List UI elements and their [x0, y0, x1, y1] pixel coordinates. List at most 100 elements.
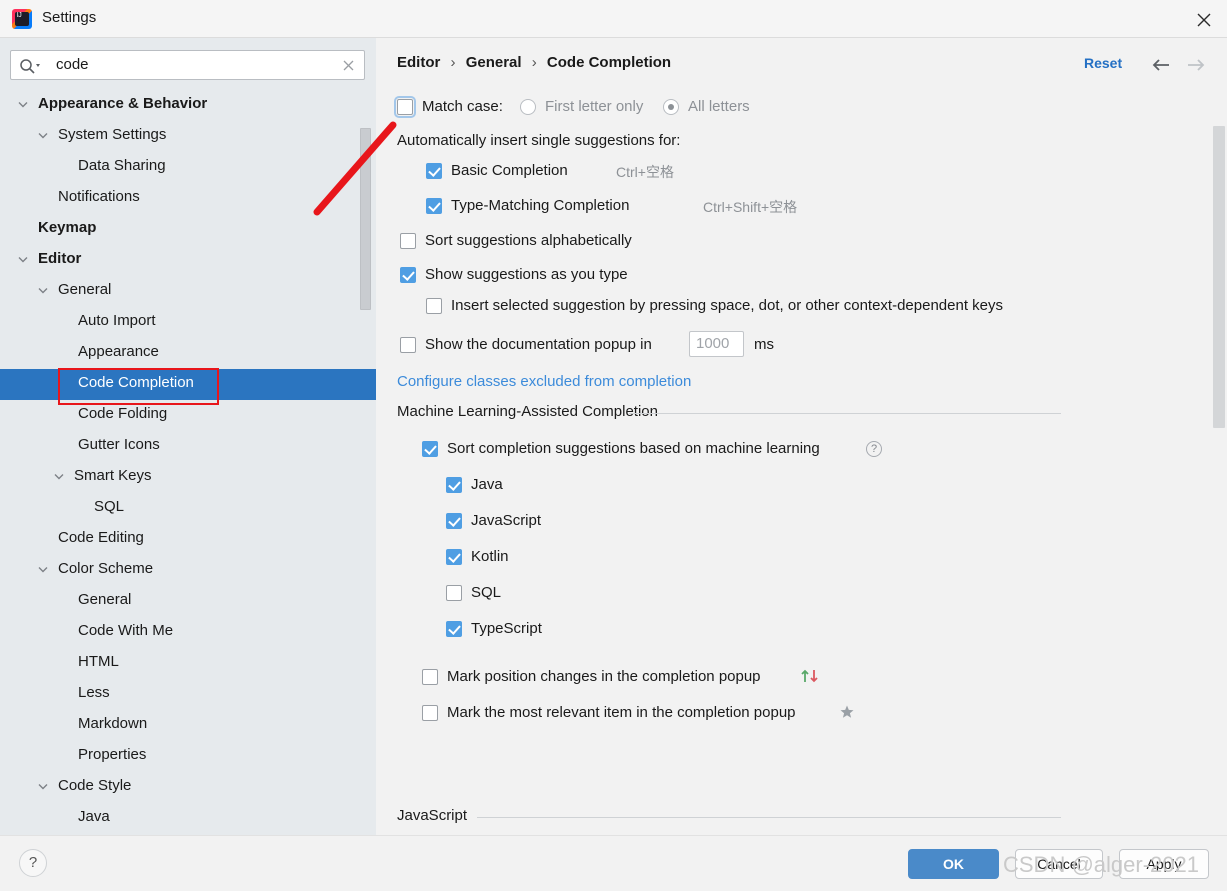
ml-language-checkbox-kotlin[interactable]	[446, 549, 462, 565]
help-button[interactable]: ?	[19, 849, 47, 877]
sidebar-item-properties[interactable]: Properties	[0, 741, 376, 772]
sidebar-item-general[interactable]: General	[0, 586, 376, 617]
mark-relevant-label: Mark the most relevant item in the compl…	[447, 704, 796, 721]
doc-popup-delay-input[interactable]: 1000	[689, 331, 744, 357]
sidebar-item-data-sharing[interactable]: Data Sharing	[0, 152, 376, 183]
javascript-section-label: JavaScript	[397, 807, 468, 824]
sidebar-item-label: Markdown	[78, 715, 148, 732]
sidebar-item-color-scheme[interactable]: Color Scheme	[0, 555, 376, 586]
search-input[interactable]: code Search settings	[10, 50, 365, 80]
star-icon	[839, 704, 855, 725]
reset-button[interactable]: Reset	[1084, 55, 1122, 71]
sidebar-item-less[interactable]: Less	[0, 679, 376, 710]
match-case-checkbox[interactable]	[394, 96, 416, 118]
clear-icon[interactable]	[340, 57, 357, 74]
chevron-down-icon[interactable]	[54, 473, 64, 480]
sidebar-item-label: Code Style	[58, 777, 132, 794]
window-title: Settings	[42, 9, 97, 26]
sidebar-item-label: System Settings	[58, 126, 167, 143]
doc-popup-checkbox[interactable]	[400, 337, 416, 353]
sidebar-item-keymap[interactable]: Keymap	[0, 214, 376, 245]
sort-alphabetically-checkbox[interactable]	[400, 233, 416, 249]
sidebar-item-code-with-me[interactable]: Code With Me	[0, 617, 376, 648]
sidebar-item-label: Appearance & Behavior	[38, 95, 208, 112]
sidebar-item-label: HTML	[78, 653, 119, 670]
sidebar-item-label: Data Sharing	[78, 157, 166, 174]
chevron-down-icon[interactable]	[18, 101, 28, 108]
insert-selected-label: Insert selected suggestion by pressing s…	[451, 297, 1003, 314]
mark-position-checkbox[interactable]	[422, 669, 438, 685]
sidebar-item-gutter-icons[interactable]: Gutter Icons	[0, 431, 376, 462]
all-letters-radio[interactable]	[663, 99, 679, 115]
chevron-down-icon[interactable]	[38, 287, 48, 294]
first-letter-only-label: First letter only	[545, 98, 644, 115]
ml-language-label: SQL	[471, 584, 502, 601]
up-down-arrows-icon	[800, 667, 822, 690]
help-icon[interactable]: ?	[866, 441, 882, 457]
sidebar-item-label: General	[78, 591, 132, 608]
show-as-you-type-label: Show suggestions as you type	[425, 266, 628, 283]
ml-section-label: Machine Learning-Assisted Completion	[397, 403, 658, 420]
ml-language-checkbox-javascript[interactable]	[446, 513, 462, 529]
breadcrumb-item-general[interactable]: General	[466, 54, 522, 71]
close-icon[interactable]	[1181, 0, 1227, 37]
ml-language-checkbox-typescript[interactable]	[446, 621, 462, 637]
arrow-left-icon[interactable]	[1148, 54, 1176, 76]
sidebar-item-html[interactable]: HTML	[0, 648, 376, 679]
doc-popup-unit-label: ms	[754, 336, 774, 353]
breadcrumb-item-editor[interactable]: Editor	[397, 54, 440, 71]
settings-main-panel: Editor › General › Code Completion Reset…	[376, 38, 1227, 835]
breadcrumb-separator: ›	[450, 54, 456, 71]
sidebar-item-auto-import[interactable]: Auto Import	[0, 307, 376, 338]
sidebar-item-notifications[interactable]: Notifications	[0, 183, 376, 214]
sidebar-item-label: Smart Keys	[74, 467, 152, 484]
sidebar-item-label: Editor	[38, 250, 82, 267]
chevron-down-icon[interactable]	[38, 783, 48, 790]
sidebar-item-code-completion[interactable]: Code Completion	[0, 369, 376, 400]
ml-language-checkbox-java[interactable]	[446, 477, 462, 493]
sidebar-item-label: Properties	[78, 746, 147, 763]
sidebar-item-general[interactable]: General	[0, 276, 376, 307]
sidebar-item-label: Notifications	[58, 188, 140, 205]
sidebar-item-label: Java	[78, 808, 110, 825]
show-as-you-type-checkbox[interactable]	[400, 267, 416, 283]
sidebar-item-label: Code Completion	[78, 374, 194, 391]
sidebar-item-label: SQL	[94, 498, 125, 515]
sidebar-item-smart-keys[interactable]: Smart Keys	[0, 462, 376, 493]
sidebar-item-appearance[interactable]: Appearance	[0, 338, 376, 369]
sidebar-item-label: Color Scheme	[58, 560, 154, 577]
sidebar-item-sql[interactable]: SQL	[0, 493, 376, 524]
sidebar-scrollbar-thumb[interactable]	[360, 128, 371, 310]
sidebar-item-label: General	[58, 281, 112, 298]
all-letters-label: All letters	[688, 98, 750, 115]
mark-relevant-checkbox[interactable]	[422, 705, 438, 721]
cancel-button[interactable]: Cancel	[1015, 849, 1103, 879]
ok-button[interactable]: OK	[908, 849, 999, 879]
insert-selected-checkbox[interactable]	[426, 298, 442, 314]
ml-language-checkbox-sql[interactable]	[446, 585, 462, 601]
sidebar-item-markdown[interactable]: Markdown	[0, 710, 376, 741]
main-scrollbar-thumb[interactable]	[1213, 126, 1225, 428]
chevron-down-icon[interactable]	[38, 566, 48, 573]
sidebar-item-system-settings[interactable]: System Settings	[0, 121, 376, 152]
sidebar-item-code-style[interactable]: Code Style	[0, 772, 376, 803]
match-case-label: Match case:	[422, 98, 503, 115]
sidebar-item-label: Code Folding	[78, 405, 168, 422]
auto-insert-heading-label: Automatically insert single suggestions …	[397, 132, 681, 149]
ml-language-label: Kotlin	[471, 548, 509, 565]
chevron-down-icon[interactable]	[18, 256, 28, 263]
first-letter-only-radio[interactable]	[520, 99, 536, 115]
basic-completion-checkbox[interactable]	[426, 163, 442, 179]
sidebar-item-label: Auto Import	[78, 312, 156, 329]
sidebar-item-editor[interactable]: Editor	[0, 245, 376, 276]
sidebar-item-java[interactable]: Java	[0, 803, 376, 834]
ml-sort-checkbox[interactable]	[422, 441, 438, 457]
apply-button[interactable]: Apply	[1119, 849, 1209, 879]
chevron-down-icon[interactable]	[38, 132, 48, 139]
sidebar-item-code-folding[interactable]: Code Folding	[0, 400, 376, 431]
type-matching-completion-checkbox[interactable]	[426, 198, 442, 214]
sidebar-item-code-editing[interactable]: Code Editing	[0, 524, 376, 555]
sidebar-item-appearance-behavior[interactable]: Appearance & Behavior	[0, 90, 376, 121]
type-matching-completion-shortcut: Ctrl+Shift+空格	[703, 199, 798, 215]
type-matching-completion-label: Type-Matching Completion	[451, 197, 630, 214]
